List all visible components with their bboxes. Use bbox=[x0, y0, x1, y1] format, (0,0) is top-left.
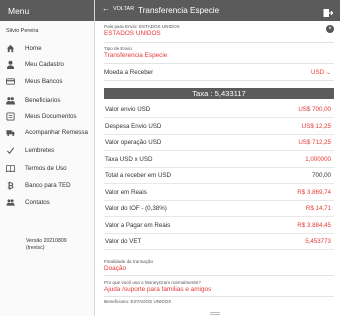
finalidade-value: Doação bbox=[104, 265, 127, 272]
sidebar-item-label: Meus Documentos bbox=[25, 112, 77, 120]
top-bar: ← VOLTAR Transferencia Especie bbox=[95, 0, 340, 21]
tipo-envio-value: Transferencia Especie bbox=[104, 52, 168, 59]
svg-text:₿: ₿ bbox=[7, 181, 14, 190]
app-version: Versão 20210809 (trevisc) bbox=[26, 238, 67, 252]
sidebar-item-termos-de-uso[interactable]: Termos de Uso bbox=[0, 160, 94, 176]
summary-row: Despesa Envio USD US$ 12,25 bbox=[104, 119, 334, 135]
sidebar-item-label: Termos de Uso bbox=[25, 164, 67, 172]
arrow-left-icon: ← bbox=[102, 4, 110, 13]
sidebar-item-contatos[interactable]: Contatos bbox=[0, 194, 94, 210]
finalidade-label: Finalidade da transação bbox=[104, 259, 154, 264]
sidebar-item-label: Lembretes bbox=[25, 146, 55, 154]
moeda-label: Moeda a Receber bbox=[104, 69, 154, 76]
summary-row-value: R$ 3.884,45 bbox=[297, 221, 331, 229]
sidebar-title: Menu bbox=[0, 0, 94, 21]
sidebar-item-meus-documentos[interactable]: Meus Documentos bbox=[0, 108, 94, 124]
summary-row-value: US$ 12,25 bbox=[301, 122, 331, 130]
document-icon bbox=[6, 111, 15, 121]
main-content: ← VOLTAR Transferencia Especie País para… bbox=[95, 0, 340, 316]
summary-row-value: R$ 3.869,74 bbox=[297, 188, 331, 196]
summary-row-value: 700,00 bbox=[312, 172, 331, 179]
summary-row: Valor em Reais R$ 3.869,74 bbox=[104, 185, 334, 201]
contacts-icon bbox=[6, 198, 15, 207]
summary-row-value: R$ 14,71 bbox=[305, 205, 331, 212]
summary-row-label: Valor do VET bbox=[105, 238, 142, 245]
finalidade-field[interactable]: Finalidade da transação Doação bbox=[104, 259, 334, 276]
sidebar-item-home[interactable]: Home bbox=[0, 40, 94, 56]
beneficiario-label: Beneficiario: ESTADOS UNIDOS bbox=[104, 299, 172, 304]
sidebar-item-label: Beneficiarios bbox=[25, 96, 61, 104]
summary-row-value: 5,453773 bbox=[305, 238, 331, 245]
version-number: Versão 20210809 bbox=[26, 238, 67, 244]
bank-card-icon bbox=[6, 77, 15, 86]
beneficiario-field[interactable]: Beneficiario: ESTADOS UNIDOS bbox=[104, 299, 334, 308]
check-icon bbox=[6, 146, 15, 155]
summary-row-label: Valor do IOF - (0,38%) bbox=[105, 205, 167, 212]
motivo-field[interactable]: Por que você usa o MoneyGram normalmente… bbox=[104, 280, 334, 297]
pais-field[interactable]: País para Envio: ESTADOS UNIDOS ESTADOS … bbox=[104, 24, 334, 43]
summary-row-value: US$ 700,00 bbox=[298, 106, 331, 113]
book-icon bbox=[6, 164, 15, 173]
truck-icon bbox=[6, 128, 15, 137]
summary-row-label: Despesa Envio USD bbox=[105, 122, 162, 130]
sidebar-item-lembretes[interactable]: Lembretes bbox=[0, 142, 94, 158]
person-icon bbox=[6, 60, 15, 69]
moeda-value: USD ⌄ bbox=[311, 69, 331, 76]
pais-label: País para Envio: ESTADOS UNIDOS bbox=[104, 24, 180, 29]
sidebar-item-label: Acompanhar Remessa bbox=[25, 128, 88, 136]
clear-icon[interactable]: × bbox=[326, 25, 334, 33]
user-name: Silvio Pereira bbox=[6, 28, 39, 34]
scroll-handle[interactable] bbox=[210, 312, 220, 315]
exit-icon[interactable] bbox=[323, 5, 334, 17]
sidebar-item-meus-bancos[interactable]: Meus Bancos bbox=[0, 73, 94, 89]
bitcoin-icon: ₿ bbox=[6, 181, 15, 190]
tipo-envio-label: Tipo de Envio bbox=[104, 46, 132, 51]
sidebar-item-banco-para-ted[interactable]: ₿ Banco para TED bbox=[0, 177, 94, 193]
sidebar-item-label: Home bbox=[25, 44, 42, 52]
people-icon bbox=[6, 96, 15, 105]
motivo-value: Ajuda /suporte para famílias e amigos bbox=[104, 286, 212, 293]
summary-row-label: Valor em Reais bbox=[105, 188, 147, 196]
tipo-envio-field[interactable]: Tipo de Envio Transferencia Especie bbox=[104, 46, 334, 64]
summary-row: Valor a Pagar em Reais R$ 3.884,45 bbox=[104, 218, 334, 234]
sidebar-menu: Menu Silvio Pereira Home Meu Cadastro Me… bbox=[0, 0, 95, 316]
summary-row-label: Valor envio USD bbox=[105, 106, 151, 113]
back-label: VOLTAR bbox=[113, 6, 135, 12]
summary-row-label: Total a receber em USD bbox=[105, 172, 172, 179]
taxa-banner: Taxa : 5,433117 bbox=[104, 88, 334, 99]
sidebar-item-label: Meus Bancos bbox=[25, 77, 63, 85]
summary-row-label: Taxa USD x USD bbox=[105, 155, 153, 163]
summary-row: Valor operação USD US$ 712,25 bbox=[104, 135, 334, 151]
sidebar-item-acompanhar-remessa[interactable]: Acompanhar Remessa bbox=[0, 124, 94, 140]
version-tag: (trevisc) bbox=[26, 245, 45, 252]
summary-row: Valor do VET 5,453773 bbox=[104, 234, 334, 250]
summary-row-value: 1,000000 bbox=[305, 155, 331, 163]
summary-row: Total a receber em USD 700,00 bbox=[104, 168, 334, 184]
sidebar-item-meu-cadastro[interactable]: Meu Cadastro bbox=[0, 56, 94, 72]
home-icon bbox=[6, 44, 15, 53]
summary-row-label: Valor operação USD bbox=[105, 139, 162, 146]
summary-row: Taxa USD x USD 1,000000 bbox=[104, 152, 334, 168]
motivo-label: Por que você usa o MoneyGram normalmente… bbox=[104, 280, 201, 285]
sidebar-item-label: Contatos bbox=[25, 198, 50, 206]
sidebar-item-label: Banco para TED bbox=[25, 181, 71, 189]
summary-row: Valor envio USD US$ 700,00 bbox=[104, 102, 334, 118]
sidebar-item-beneficiarios[interactable]: Beneficiarios bbox=[0, 92, 94, 108]
back-button[interactable]: ← VOLTAR bbox=[102, 5, 134, 13]
pais-value: ESTADOS UNIDOS bbox=[104, 30, 161, 37]
summary-row-value: US$ 712,25 bbox=[298, 139, 331, 146]
sidebar-item-label: Meu Cadastro bbox=[25, 60, 64, 68]
summary-row-label: Valor a Pagar em Reais bbox=[105, 221, 171, 229]
chevron-down-icon: ⌄ bbox=[325, 69, 331, 76]
summary-row: Valor do IOF - (0,38%) R$ 14,71 bbox=[104, 201, 334, 217]
page-title: Transferencia Especie bbox=[138, 6, 220, 15]
moeda-select[interactable]: Moeda a Receber USD ⌄ bbox=[104, 67, 334, 81]
